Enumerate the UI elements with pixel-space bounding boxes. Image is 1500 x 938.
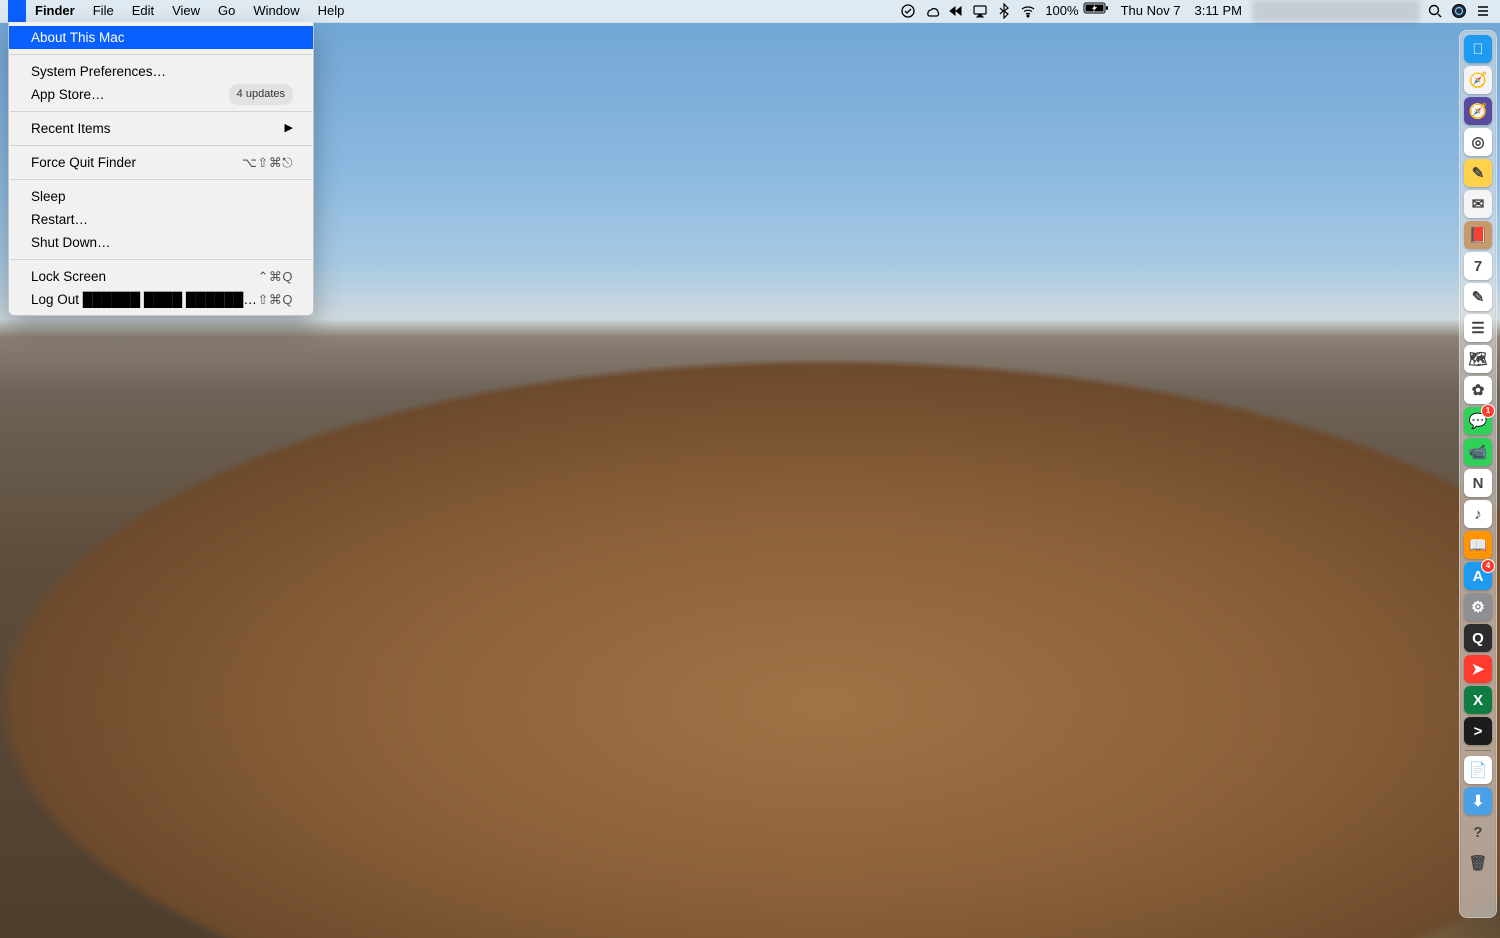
app-store-updates-badge: 4 updates xyxy=(229,84,293,105)
dock-safari-icon[interactable]: 🧭 xyxy=(1464,66,1492,94)
submenu-arrow-icon: ▶ xyxy=(285,119,293,138)
shortcut-label: ⌥⇧⌘⎋ xyxy=(242,153,293,172)
dock-books-icon[interactable]: 📖 xyxy=(1464,531,1492,559)
apple-menu-dropdown: About This Mac System Preferences… App S… xyxy=(8,22,314,316)
wifi-icon[interactable] xyxy=(1019,0,1037,22)
dock-textedit-doc-icon[interactable]: 📄 xyxy=(1464,756,1492,784)
bluetooth-icon[interactable] xyxy=(995,0,1013,22)
dock-help-icon[interactable]: ? xyxy=(1464,818,1492,846)
menu-shutdown[interactable]: Shut Down… xyxy=(9,231,313,254)
dock-photos-icon[interactable]: ✿ xyxy=(1464,376,1492,404)
dock-trash-icon[interactable]: 🗑 xyxy=(1464,849,1492,877)
dock-chrome-icon[interactable]: ◎ xyxy=(1464,128,1492,156)
dock-contacts-icon[interactable]: 📕 xyxy=(1464,221,1492,249)
status-icon-1[interactable] xyxy=(899,0,917,22)
menu-separator xyxy=(10,179,312,180)
dock-stickies-icon[interactable]: ✎ xyxy=(1464,159,1492,187)
dock-music-icon[interactable]: ♪ xyxy=(1464,500,1492,528)
dock-facetime-icon[interactable]: 📹 xyxy=(1464,438,1492,466)
dock: 􀎞 🧭 🧭 ◎ ✎ ✉︎ 📕 7 ✎ ☰ 🗺 ✿ 💬1 📹 N ♪ 📖 A4 ⚙︎ Q ➤ X > 📄 ⬇︎? 🗑 xyxy=(1459,30,1497,918)
notification-center-icon[interactable] xyxy=(1474,0,1492,22)
menu-restart[interactable]: Restart… xyxy=(9,208,313,231)
dock-badge: 1 xyxy=(1481,404,1495,418)
airplay-icon[interactable] xyxy=(971,0,989,22)
dock-appstore-icon[interactable]: A4 xyxy=(1464,562,1492,590)
menu-sleep[interactable]: Sleep xyxy=(9,185,313,208)
menu-about-this-mac[interactable]: About This Mac xyxy=(9,26,313,49)
dock-downloads-icon[interactable]: ⬇︎ xyxy=(1464,787,1492,815)
battery-icon xyxy=(1083,0,1109,22)
dock-notes-icon[interactable]: ✎ xyxy=(1464,283,1492,311)
app-name-menu[interactable]: Finder xyxy=(26,0,84,22)
menu-force-quit[interactable]: Force Quit Finder ⌥⇧⌘⎋ xyxy=(9,151,313,174)
menu-separator xyxy=(10,259,312,260)
menu-app-store[interactable]: App Store… 4 updates xyxy=(9,83,313,106)
dock-news-icon[interactable]: N xyxy=(1464,469,1492,497)
dock-quicktime-icon[interactable]: Q xyxy=(1464,624,1492,652)
dock-terminal-icon[interactable]: > xyxy=(1464,717,1492,745)
menubar-date[interactable]: Thu Nov 7 xyxy=(1117,0,1185,22)
menu-window[interactable]: Window xyxy=(244,0,308,22)
menu-recent-items[interactable]: Recent Items ▶ xyxy=(9,117,313,140)
menubar-username[interactable]: ██████ ████ ██████████ xyxy=(1252,0,1420,22)
dock-systemprefs-icon[interactable]: ⚙︎ xyxy=(1464,593,1492,621)
menu-system-preferences[interactable]: System Preferences… xyxy=(9,60,313,83)
dock-calendar-icon[interactable]: 7 xyxy=(1464,252,1492,280)
dock-1password-icon[interactable]: ➤ xyxy=(1464,655,1492,683)
dock-safari-tp-icon[interactable]: 🧭 xyxy=(1464,97,1492,125)
battery-percent: 100% xyxy=(1045,0,1078,22)
dock-separator xyxy=(1465,750,1491,751)
menu-separator xyxy=(10,111,312,112)
menu-separator xyxy=(10,54,312,55)
menu-edit[interactable]: Edit xyxy=(123,0,163,22)
menu-bar: Finder File Edit View Go Window Help 100… xyxy=(0,0,1500,23)
dock-maps-icon[interactable]: 🗺 xyxy=(1464,345,1492,373)
menu-help[interactable]: Help xyxy=(309,0,354,22)
dock-excel-icon[interactable]: X xyxy=(1464,686,1492,714)
menu-lock-screen[interactable]: Lock Screen ⌃⌘Q xyxy=(9,265,313,288)
siri-icon[interactable] xyxy=(1450,0,1468,22)
shortcut-label: ⌃⌘Q xyxy=(257,267,293,286)
menu-separator xyxy=(10,145,312,146)
apple-menu-button[interactable] xyxy=(8,0,26,22)
status-icon-3[interactable] xyxy=(947,0,965,22)
menubar-time[interactable]: 3:11 PM xyxy=(1191,0,1246,22)
dock-mail-icon[interactable]: ✉︎ xyxy=(1464,190,1492,218)
shortcut-label: ⇧⌘Q xyxy=(257,290,293,309)
battery-status[interactable]: 100% xyxy=(1043,0,1110,22)
dock-reminders-icon[interactable]: ☰ xyxy=(1464,314,1492,342)
menu-view[interactable]: View xyxy=(163,0,209,22)
dock-badge: 4 xyxy=(1481,559,1495,573)
creative-cloud-icon[interactable] xyxy=(923,0,941,22)
menu-file[interactable]: File xyxy=(84,0,123,22)
menu-log-out[interactable]: Log Out ██████ ████ ██████… ⇧⌘Q xyxy=(9,288,313,311)
dock-messages-icon[interactable]: 💬1 xyxy=(1464,407,1492,435)
dock-finder-icon[interactable]: 􀎞 xyxy=(1464,35,1492,63)
menu-go[interactable]: Go xyxy=(209,0,244,22)
